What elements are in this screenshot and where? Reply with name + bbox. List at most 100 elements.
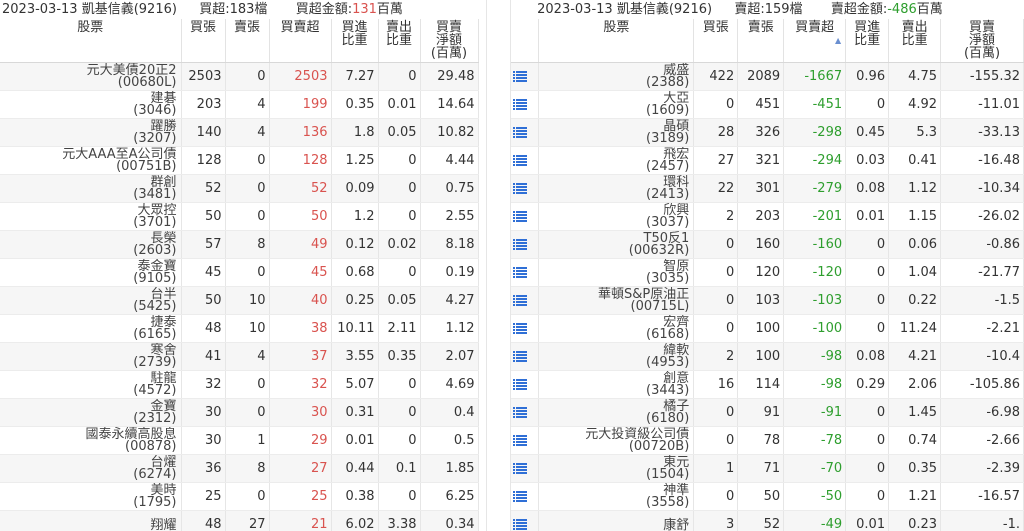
table-row[interactable]: 大眾控 (3701) 50 0 50 1.2 0 2.55 xyxy=(0,202,479,231)
stock-name-cell[interactable]: 大亞 (1609) xyxy=(538,90,695,119)
row-menu-cell[interactable] xyxy=(511,510,540,531)
stock-name-cell[interactable]: 元大美債20正2 (00680L) xyxy=(0,62,182,91)
table-row[interactable]: T50反1 (00632R) 0 160 -160 0 0.06 -0.86 xyxy=(511,230,1024,259)
stock-name-cell[interactable]: 康舒 xyxy=(538,510,695,531)
list-icon[interactable] xyxy=(513,125,527,140)
stock-name-cell[interactable]: 元大AAA至A公司債 (00751B) xyxy=(0,146,182,175)
right-col-header-7[interactable]: 買賣 淨額 (百萬) xyxy=(940,19,1024,63)
table-row[interactable]: 環科 (2413) 22 301 -279 0.08 1.12 -10.34 xyxy=(511,174,1024,203)
stock-name-cell[interactable]: 捷泰 (6165) xyxy=(0,314,182,343)
right-col-header-2[interactable]: 買張 xyxy=(693,19,739,63)
left-col-header-2[interactable]: 賣張 xyxy=(225,19,270,63)
row-menu-cell[interactable] xyxy=(511,258,540,287)
row-menu-cell[interactable] xyxy=(511,426,540,455)
row-menu-cell[interactable] xyxy=(511,454,540,483)
stock-name-cell[interactable]: 長榮 (2603) xyxy=(0,230,182,259)
table-row[interactable]: 飛宏 (2457) 27 321 -294 0.03 0.41 -16.48 xyxy=(511,146,1024,175)
table-row[interactable]: 元大投資級公司債 (00720B) 0 78 -78 0 0.74 -2.66 xyxy=(511,426,1024,455)
table-row[interactable]: 翔耀 48 27 21 6.02 3.38 0.34 xyxy=(0,510,479,531)
table-row[interactable]: 捷泰 (6165) 48 10 38 10.11 2.11 1.12 xyxy=(0,314,479,343)
stock-name-cell[interactable]: 創意 (3443) xyxy=(538,370,695,399)
table-row[interactable]: 華頓S&P原油正 (00715L) 0 103 -103 0 0.22 -1.5 xyxy=(511,286,1024,315)
stock-name-cell[interactable]: 晶碩 (3189) xyxy=(538,118,695,147)
stock-name-cell[interactable]: 台燿 (6274) xyxy=(0,454,182,483)
left-col-header-5[interactable]: 賣出 比重 xyxy=(378,19,421,63)
table-row[interactable]: 台半 (5425) 50 10 40 0.25 0.05 4.27 xyxy=(0,286,479,315)
table-row[interactable]: 元大美債20正2 (00680L) 2503 0 2503 7.27 0 29.48 xyxy=(0,62,479,91)
table-row[interactable]: 建碁 (3046) 203 4 199 0.35 0.01 14.64 xyxy=(0,90,479,119)
stock-name-cell[interactable]: 台半 (5425) xyxy=(0,286,182,315)
table-row[interactable]: 欣興 (3037) 2 203 -201 0.01 1.15 -26.02 xyxy=(511,202,1024,231)
stock-name-cell[interactable]: 東元 (1504) xyxy=(538,454,695,483)
stock-name-cell[interactable]: 緯軟 (4953) xyxy=(538,342,695,371)
stock-name[interactable]: 康舒 xyxy=(542,519,689,531)
list-icon[interactable] xyxy=(513,97,527,112)
stock-name-cell[interactable]: 威盛 (2388) xyxy=(538,62,695,91)
stock-name-cell[interactable]: 宏齊 (6168) xyxy=(538,314,695,343)
stock-name-cell[interactable]: 金寶 (2312) xyxy=(0,398,182,427)
list-icon[interactable] xyxy=(513,209,527,224)
list-icon[interactable] xyxy=(513,237,527,252)
table-row[interactable]: 緯軟 (4953) 2 100 -98 0.08 4.21 -10.4 xyxy=(511,342,1024,371)
table-row[interactable]: 神準 (3558) 0 50 -50 0 1.21 -16.57 xyxy=(511,482,1024,511)
row-menu-cell[interactable] xyxy=(511,174,540,203)
stock-name-cell[interactable]: 駐龍 (4572) xyxy=(0,370,182,399)
right-col-header-4[interactable]: 買賣超 ▲ xyxy=(783,19,847,63)
list-icon[interactable] xyxy=(513,377,527,392)
left-col-header-0[interactable]: 股票 xyxy=(0,19,182,63)
list-icon[interactable] xyxy=(513,293,527,308)
row-menu-cell[interactable] xyxy=(511,90,540,119)
list-icon[interactable] xyxy=(513,489,527,504)
table-row[interactable]: 國泰永續高股息 (00878) 30 1 29 0.01 0 0.5 xyxy=(0,426,479,455)
left-col-header-4[interactable]: 買進 比重 xyxy=(331,19,379,63)
list-icon[interactable] xyxy=(513,349,527,364)
table-row[interactable]: 泰金寶 (9105) 45 0 45 0.68 0 0.19 xyxy=(0,258,479,287)
table-row[interactable]: 台燿 (6274) 36 8 27 0.44 0.1 1.85 xyxy=(0,454,479,483)
row-menu-cell[interactable] xyxy=(511,146,540,175)
right-col-header-1[interactable]: 股票 xyxy=(538,19,695,63)
table-row[interactable]: 大亞 (1609) 0 451 -451 0 4.92 -11.01 xyxy=(511,90,1024,119)
table-row[interactable]: 駐龍 (4572) 32 0 32 5.07 0 4.69 xyxy=(0,370,479,399)
table-row[interactable]: 金寶 (2312) 30 0 30 0.31 0 0.4 xyxy=(0,398,479,427)
row-menu-cell[interactable] xyxy=(511,230,540,259)
stock-name-cell[interactable]: 寒舍 (2739) xyxy=(0,342,182,371)
stock-name-cell[interactable]: 環科 (2413) xyxy=(538,174,695,203)
stock-name-cell[interactable]: 華頓S&P原油正 (00715L) xyxy=(538,286,695,315)
stock-name-cell[interactable]: 智原 (3035) xyxy=(538,258,695,287)
row-menu-cell[interactable] xyxy=(511,286,540,315)
list-icon[interactable] xyxy=(513,405,527,420)
table-row[interactable]: 智原 (3035) 0 120 -120 0 1.04 -21.77 xyxy=(511,258,1024,287)
table-row[interactable]: 康舒 3 52 -49 0.01 0.23 -1. xyxy=(511,510,1024,531)
table-row[interactable]: 橘子 (6180) 0 91 -91 0 1.45 -6.98 xyxy=(511,398,1024,427)
stock-name[interactable]: 翔耀 xyxy=(3,519,176,531)
stock-name-cell[interactable]: 泰金寶 (9105) xyxy=(0,258,182,287)
table-row[interactable]: 元大AAA至A公司債 (00751B) 128 0 128 1.25 0 4.44 xyxy=(0,146,479,175)
right-col-header-3[interactable]: 賣張 xyxy=(737,19,785,63)
stock-name-cell[interactable]: 躍勝 (3207) xyxy=(0,118,182,147)
row-menu-cell[interactable] xyxy=(511,482,540,511)
stock-name-cell[interactable]: T50反1 (00632R) xyxy=(538,230,695,259)
right-col-header-5[interactable]: 買進 比重 xyxy=(845,19,890,63)
stock-name-cell[interactable]: 神準 (3558) xyxy=(538,482,695,511)
row-menu-cell[interactable] xyxy=(511,370,540,399)
stock-name-cell[interactable]: 翔耀 xyxy=(0,510,182,531)
row-menu-cell[interactable] xyxy=(511,314,540,343)
table-row[interactable]: 群創 (3481) 52 0 52 0.09 0 0.75 xyxy=(0,174,479,203)
list-icon[interactable] xyxy=(513,69,527,84)
list-icon[interactable] xyxy=(513,265,527,280)
right-col-header-6[interactable]: 賣出 比重 xyxy=(888,19,942,63)
table-row[interactable]: 寒舍 (2739) 41 4 37 3.55 0.35 2.07 xyxy=(0,342,479,371)
row-menu-cell[interactable] xyxy=(511,62,540,91)
list-icon[interactable] xyxy=(513,153,527,168)
table-row[interactable]: 宏齊 (6168) 0 100 -100 0 11.24 -2.21 xyxy=(511,314,1024,343)
list-icon[interactable] xyxy=(513,321,527,336)
stock-name-cell[interactable]: 大眾控 (3701) xyxy=(0,202,182,231)
list-icon[interactable] xyxy=(513,517,527,531)
stock-name-cell[interactable]: 欣興 (3037) xyxy=(538,202,695,231)
left-col-header-1[interactable]: 買張 xyxy=(181,19,226,63)
table-row[interactable]: 東元 (1504) 1 71 -70 0 0.35 -2.39 xyxy=(511,454,1024,483)
stock-name-cell[interactable]: 國泰永續高股息 (00878) xyxy=(0,426,182,455)
list-icon[interactable] xyxy=(513,181,527,196)
left-col-header-3[interactable]: 買賣超 xyxy=(269,19,332,63)
row-menu-cell[interactable] xyxy=(511,202,540,231)
